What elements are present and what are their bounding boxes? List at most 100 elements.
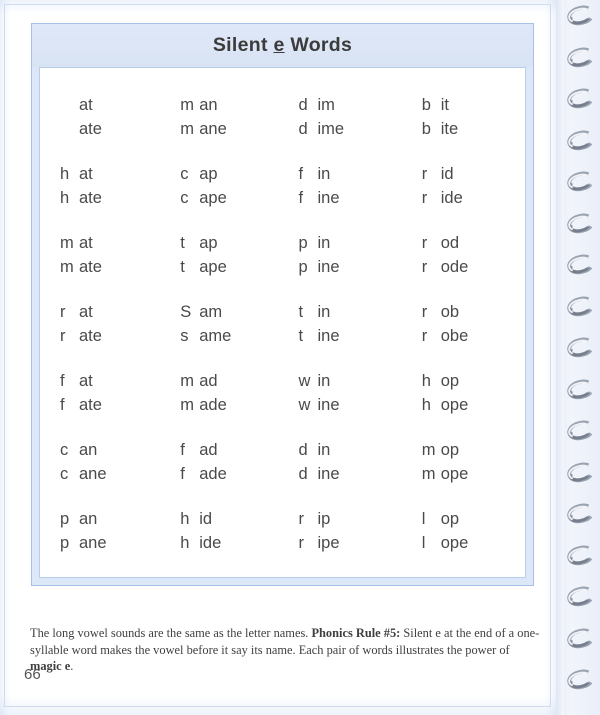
short-vowel-word: l op	[404, 508, 525, 532]
word-onset: c	[60, 464, 69, 483]
word-rime: ane	[79, 533, 107, 552]
word-onset: c	[180, 188, 189, 207]
spiral-ring-loop	[565, 3, 596, 28]
word-onset: m	[180, 96, 194, 114]
page-number: 66	[24, 666, 41, 683]
word-rime: ane	[199, 119, 227, 138]
note-bold-rule-label: Phonics Rule #5:	[311, 626, 401, 640]
short-vowel-word: c an	[40, 439, 161, 463]
short-vowel-word: t ap	[161, 232, 282, 256]
long-vowel-word: l ope	[404, 532, 525, 556]
short-vowel-word: h at	[40, 163, 161, 187]
word-rime: ine	[317, 326, 340, 345]
word-pair: w in w ine	[283, 370, 404, 417]
word-rime: ode	[440, 257, 469, 276]
word-rime: ipe	[317, 533, 340, 552]
long-vowel-word: d ine	[283, 463, 404, 487]
word-rime: at	[79, 234, 93, 252]
word-onset: f	[180, 441, 185, 459]
word-pair: m at m ate	[40, 232, 161, 279]
spiral-ring-icon	[565, 127, 596, 153]
spiral-ring-icon	[565, 169, 596, 194]
short-vowel-word: m at	[40, 232, 161, 256]
long-vowel-word: h ate	[40, 187, 161, 211]
word-pair: b it b ite	[404, 94, 525, 141]
long-vowel-word: r ide	[404, 187, 525, 211]
word-rime: ine	[317, 464, 340, 483]
word-onset: t	[180, 257, 185, 276]
word-onset: f	[60, 395, 65, 414]
word-onset: p	[298, 257, 308, 276]
word-onset: d	[298, 96, 308, 114]
word-onset: c	[180, 165, 189, 183]
word-onset: h	[60, 188, 70, 207]
worksheet-frame: Silent e Words at ate h at h ate m at m ate r at r at…	[31, 23, 534, 586]
word-rime: at	[79, 96, 93, 114]
long-vowel-word: r ipe	[283, 532, 404, 556]
word-onset: b	[421, 96, 431, 114]
short-vowel-word: r ip	[283, 508, 404, 532]
word-rime: ine	[317, 395, 340, 414]
page-title-suffix: Words	[284, 34, 353, 56]
word-rime: ape	[199, 188, 227, 207]
spiral-ring-icon	[565, 625, 596, 651]
word-rime: ad	[199, 372, 218, 390]
word-onset: h	[421, 395, 431, 414]
word-onset: m	[421, 441, 436, 459]
word-rime: ip	[317, 510, 331, 528]
long-vowel-word: p ane	[40, 532, 161, 556]
word-grid-row: at ate h at h ate m at m ate r at r ate f at f ate c an c ane…	[40, 94, 525, 555]
word-onset: l	[421, 510, 426, 528]
short-vowel-word: d im	[283, 94, 404, 118]
spiral-ring-loop	[565, 252, 596, 277]
word-onset: m	[180, 119, 194, 138]
word-rime: it	[440, 96, 449, 114]
spiral-ring-icon	[565, 418, 596, 443]
note-text-3: .	[70, 659, 74, 673]
word-pair: d in d ine	[283, 439, 404, 486]
word-onset: r	[421, 257, 428, 276]
word-pair: r od r ode	[404, 232, 525, 279]
spiral-ring-loop	[565, 44, 596, 70]
word-rime: ape	[199, 257, 227, 276]
word-onset: m	[60, 257, 74, 276]
word-rime: ade	[199, 464, 227, 483]
word-pair: p an p ane	[40, 508, 161, 555]
word-onset: S	[180, 303, 192, 321]
word-rime: ine	[317, 257, 340, 276]
word-rime: am	[199, 303, 223, 321]
spiral-ring-loop	[565, 376, 596, 402]
short-vowel-word: r at	[40, 301, 161, 325]
word-onset: d	[298, 441, 308, 459]
long-vowel-word: m ade	[161, 394, 282, 418]
word-onset: r	[421, 234, 428, 252]
word-onset: b	[421, 119, 431, 138]
word-rime: ime	[317, 119, 345, 138]
short-vowel-word: m op	[404, 439, 525, 463]
word-onset: m	[421, 464, 436, 483]
word-pair: r ob r obe	[404, 301, 525, 348]
word-rime: ane	[79, 464, 107, 483]
short-vowel-word: r id	[404, 163, 525, 187]
short-vowel-word: b it	[404, 94, 525, 118]
word-onset: h	[180, 533, 190, 552]
word-rime: an	[199, 96, 218, 114]
short-vowel-word: r ob	[404, 301, 525, 325]
spiral-ring-loop	[565, 210, 596, 236]
spiral-binding	[556, 0, 600, 715]
word-pair: m op m ope	[404, 439, 525, 486]
word-rime: an	[79, 510, 98, 528]
word-onset: r	[298, 533, 305, 552]
long-vowel-word: r ate	[40, 325, 161, 349]
word-pair: f at f ate	[40, 370, 161, 417]
spiral-ring-icon	[565, 501, 596, 526]
word-rime: ope	[440, 533, 469, 552]
word-rime: ine	[317, 188, 340, 207]
workbook-page: Silent e Words at ate h at h ate m at m ate r at r at…	[0, 0, 600, 715]
word-rime: at	[79, 165, 93, 183]
word-onset: m	[60, 234, 74, 252]
spiral-ring-icon	[565, 459, 596, 485]
page-title-prefix: Silent	[212, 34, 274, 56]
word-rime: ade	[199, 395, 227, 414]
word-rime: ad	[199, 441, 218, 459]
